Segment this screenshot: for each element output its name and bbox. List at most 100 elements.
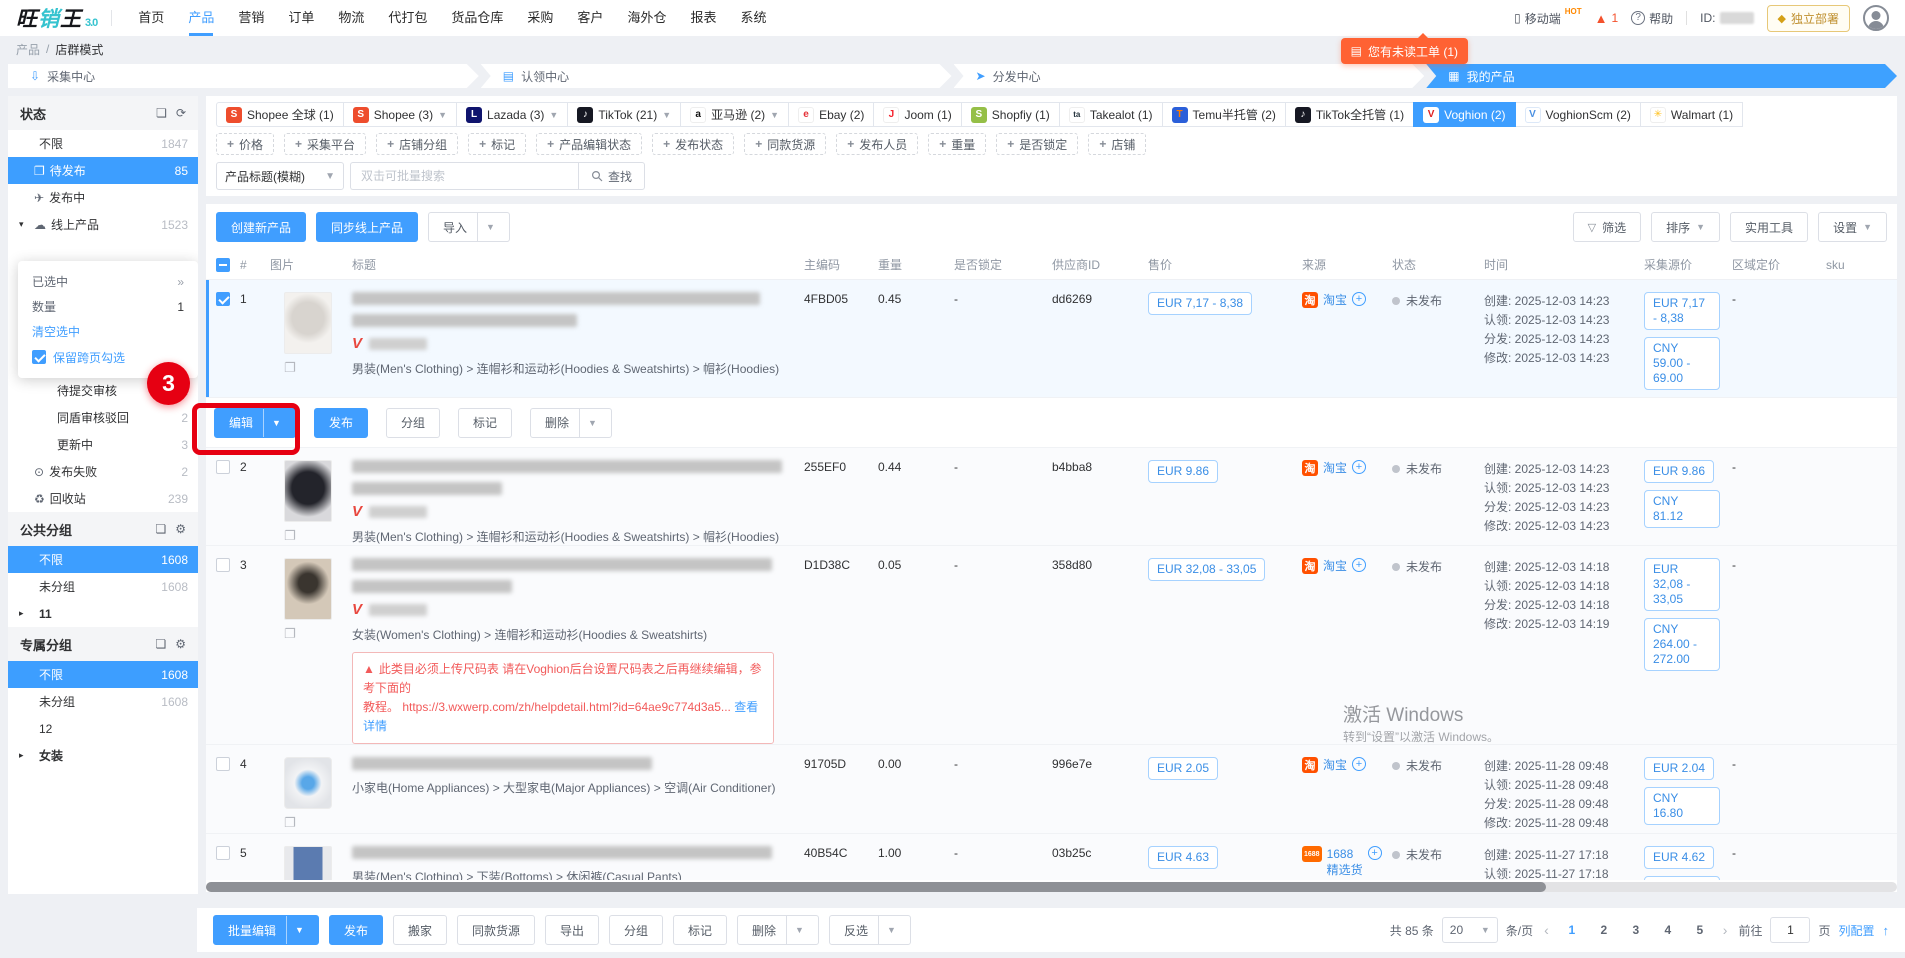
- column-header[interactable]: 区域定价: [1732, 256, 1826, 273]
- sidebar-item[interactable]: 更新中 3: [8, 431, 198, 458]
- platform-chip[interactable]: S Shopfiy (1) ▼: [961, 102, 1060, 127]
- source-price-tag[interactable]: EUR 4.62: [1644, 846, 1714, 869]
- row-checkbox[interactable]: [216, 757, 230, 771]
- nav-menu-item[interactable]: 系统: [728, 0, 778, 36]
- chevron-down-icon[interactable]: ▼: [579, 409, 597, 437]
- alert-indicator[interactable]: ▲ 1: [1595, 11, 1619, 26]
- platform-chip[interactable]: ✳ Walmart (1) ▼: [1640, 102, 1743, 127]
- column-header[interactable]: 重量: [878, 256, 954, 273]
- column-config-link[interactable]: 列配置: [1838, 922, 1874, 939]
- product-image[interactable]: [284, 460, 332, 522]
- add-source-icon[interactable]: +: [1352, 292, 1366, 306]
- source-price-tag[interactable]: CNY 59.00 - 69.00: [1644, 337, 1720, 390]
- column-header[interactable]: 标题: [352, 256, 804, 273]
- add-source-icon[interactable]: +: [1368, 846, 1382, 860]
- sidebar-item[interactable]: ▸ 女装: [8, 742, 198, 769]
- source-price-tag[interactable]: EUR 32,08 - 33,05: [1644, 558, 1720, 611]
- source-price-tag[interactable]: CNY 38.00: [1644, 876, 1720, 880]
- nav-menu-item[interactable]: 客户: [565, 0, 615, 36]
- bulk-action-button[interactable]: 批量编辑 ▼: [213, 915, 319, 945]
- platform-chip[interactable]: L Lazada (3) ▼: [456, 102, 568, 127]
- sidebar-item[interactable]: 不限 1608: [8, 661, 198, 688]
- scrollbar-thumb[interactable]: [206, 882, 1546, 892]
- category-path[interactable]: 男装(Men's Clothing) > 下装(Bottoms) > 休闲裤(C…: [352, 868, 776, 880]
- select-all-checkbox[interactable]: [216, 258, 230, 272]
- nav-menu-item[interactable]: 营销: [226, 0, 276, 36]
- horizontal-scrollbar[interactable]: [206, 882, 1897, 892]
- sidebar-item[interactable]: ♻ 回收站 239: [8, 485, 198, 512]
- platform-chip[interactable]: S Shopee 全球 (1) ▼: [216, 102, 344, 127]
- deploy-button[interactable]: ◆ 独立部署: [1767, 5, 1850, 32]
- row-action-button[interactable]: 删除 ▼: [530, 408, 612, 438]
- page-number[interactable]: 3: [1624, 917, 1648, 943]
- sidebar-item[interactable]: 不限 1847: [8, 130, 198, 157]
- platform-chip[interactable]: J Joom (1) ▼: [873, 102, 961, 127]
- column-header[interactable]: 售价: [1148, 256, 1302, 273]
- goto-page-input[interactable]: [1770, 917, 1810, 943]
- column-header[interactable]: 时间: [1484, 256, 1644, 273]
- sidebar-item[interactable]: ▾ ☁ 线上产品 1523: [8, 211, 198, 238]
- copy-icon[interactable]: ❐: [284, 360, 352, 376]
- toolbar-button[interactable]: 排序 ▼: [1651, 212, 1720, 242]
- source-link[interactable]: 1688 精选货源: [1327, 846, 1363, 880]
- mobile-app-link[interactable]: ▯ 移动端 HOT: [1514, 10, 1582, 27]
- column-header[interactable]: 供应商ID: [1052, 256, 1148, 273]
- bulk-action-button[interactable]: 标记 ▼: [673, 915, 727, 945]
- add-filter-chip[interactable]: + 发布人员: [836, 133, 918, 155]
- column-header[interactable]: 来源: [1302, 256, 1392, 273]
- row-checkbox[interactable]: [216, 292, 230, 306]
- process-tab[interactable]: ⇩ 采集中心: [8, 64, 479, 88]
- nav-menu-item[interactable]: 订单: [276, 0, 326, 36]
- copy-icon[interactable]: ❐: [284, 815, 352, 831]
- row-action-button[interactable]: 分组 ▼: [386, 408, 440, 438]
- add-filter-chip[interactable]: + 同款货源: [744, 133, 826, 155]
- bulk-action-button[interactable]: 搬家 ▼: [393, 915, 447, 945]
- source-link[interactable]: 淘宝: [1323, 558, 1347, 574]
- row-checkbox[interactable]: [216, 460, 230, 474]
- add-filter-chip[interactable]: + 店铺分组: [376, 133, 458, 155]
- nav-menu-item[interactable]: 代打包: [376, 0, 439, 36]
- sidebar-item[interactable]: 同盾审核驳回 2: [8, 404, 198, 431]
- sidebar-item[interactable]: ▸ 11: [8, 600, 198, 627]
- panel-icon[interactable]: ❏: [155, 637, 166, 651]
- nav-menu-item[interactable]: 物流: [326, 0, 376, 36]
- category-path[interactable]: 男装(Men's Clothing) > 连帽衫和运动衫(Hoodies & S…: [352, 360, 776, 377]
- platform-chip[interactable]: T Temu半托管 (2) ▼: [1162, 102, 1286, 127]
- help-link[interactable]: ? 帮助: [1631, 10, 1673, 27]
- add-filter-chip[interactable]: + 是否锁定: [996, 133, 1078, 155]
- row-checkbox[interactable]: [216, 558, 230, 572]
- sidebar-item[interactable]: ❐ 待发布 85: [8, 157, 198, 184]
- source-price-tag[interactable]: CNY 16.80: [1644, 787, 1720, 825]
- nav-menu-item[interactable]: 采购: [515, 0, 565, 36]
- chevron-down-icon[interactable]: ▼: [786, 916, 804, 944]
- selected-row[interactable]: 已选中 »: [32, 269, 184, 294]
- breadcrumb-parent[interactable]: 产品: [16, 41, 40, 58]
- add-source-icon[interactable]: +: [1352, 757, 1366, 771]
- source-link[interactable]: 淘宝: [1323, 757, 1347, 773]
- sidebar-item[interactable]: 未分组 1608: [8, 573, 198, 600]
- bulk-action-button[interactable]: 分组 ▼: [609, 915, 663, 945]
- add-source-icon[interactable]: +: [1352, 558, 1366, 572]
- column-header[interactable]: 采集源价: [1644, 256, 1732, 273]
- column-header[interactable]: sku: [1826, 258, 1897, 272]
- chevron-down-icon[interactable]: ▼: [878, 916, 896, 944]
- toolbar-button[interactable]: 导入 ▼: [428, 212, 510, 242]
- source-price-tag[interactable]: EUR 9.86: [1644, 460, 1714, 483]
- row-action-button[interactable]: 标记 ▼: [458, 408, 512, 438]
- sidebar-item[interactable]: ⊙ 发布失败 2: [8, 458, 198, 485]
- toolbar-button[interactable]: 实用工具 ▼: [1730, 212, 1808, 242]
- column-header[interactable]: 主编码: [804, 256, 878, 273]
- source-price-tag[interactable]: EUR 7,17 - 8,38: [1644, 292, 1720, 330]
- price-tag[interactable]: EUR 7,17 - 8,38: [1148, 292, 1252, 315]
- sidebar-item[interactable]: ✈ 发布中: [8, 184, 198, 211]
- search-input[interactable]: [350, 162, 578, 190]
- platform-chip[interactable]: ♪ TikTok (21) ▼: [567, 102, 681, 127]
- search-button[interactable]: 查找: [578, 162, 645, 190]
- chevron-down-icon[interactable]: ▼: [477, 213, 495, 241]
- page-number[interactable]: 4: [1656, 917, 1680, 943]
- column-header[interactable]: 图片: [270, 256, 352, 273]
- page-number[interactable]: 1: [1560, 917, 1584, 943]
- product-image[interactable]: [284, 292, 332, 354]
- bulk-action-button[interactable]: 发布 ▼: [329, 915, 383, 945]
- section-action-icon[interactable]: ⚙: [175, 637, 186, 651]
